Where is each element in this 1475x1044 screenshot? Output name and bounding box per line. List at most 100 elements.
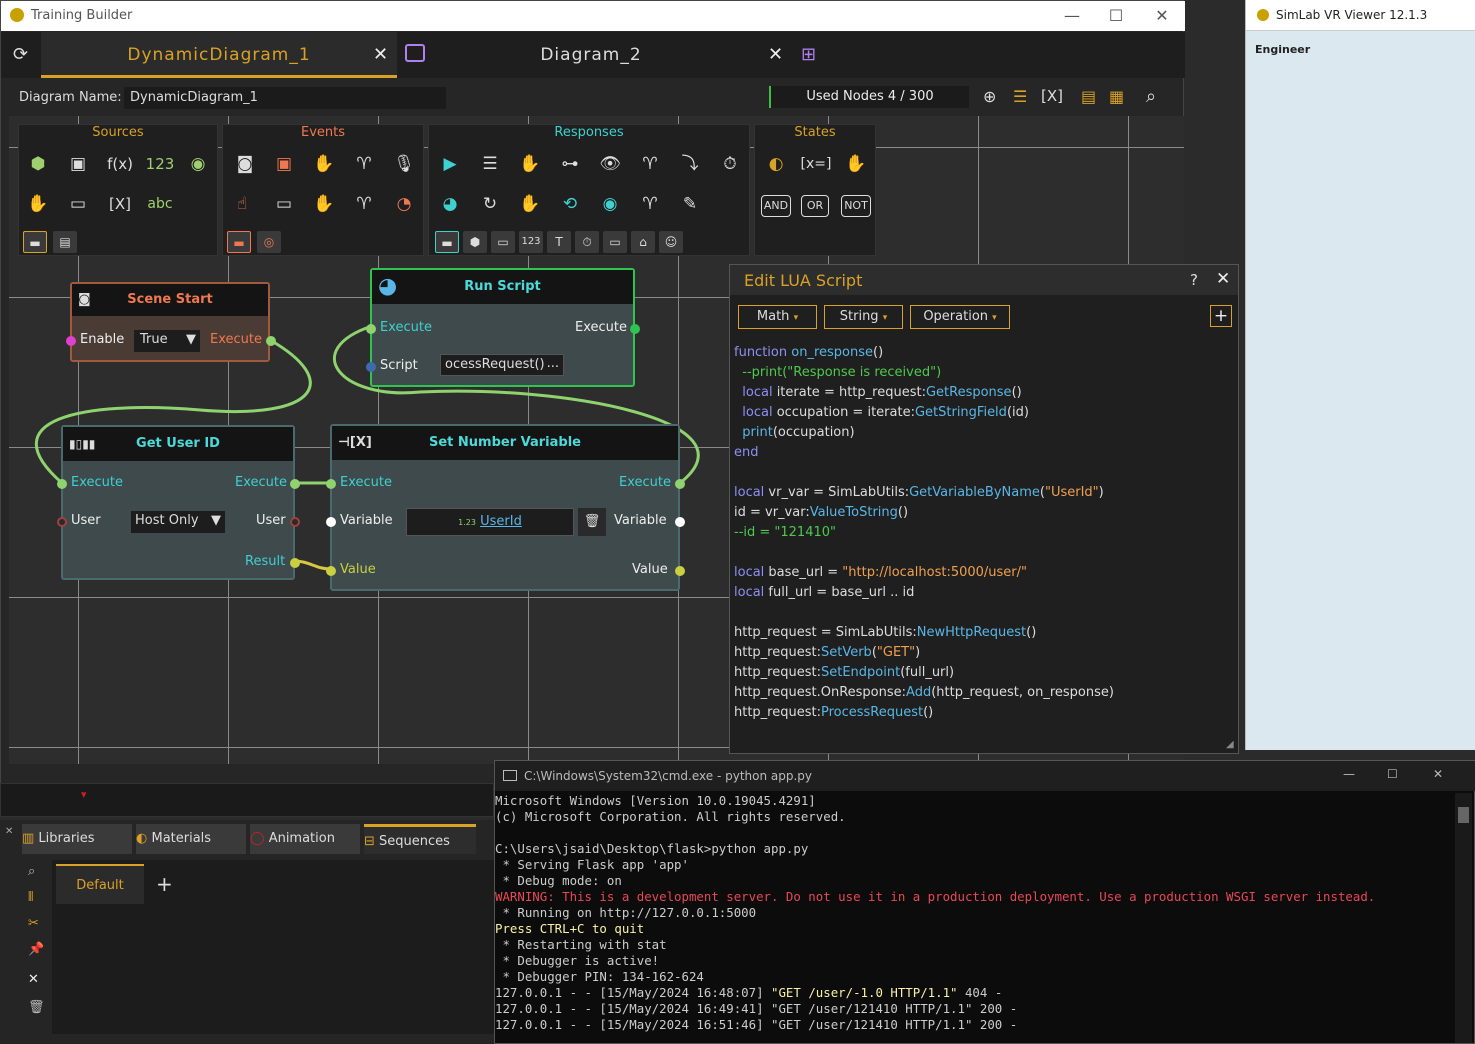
node-header: ◙ Scene Start — [72, 284, 268, 316]
console-line: 127.0.0.1 - - [15/May/2024 16:49:41] "GE… — [495, 1001, 1018, 1016]
sequence-tab-default[interactable]: Default — [56, 864, 144, 904]
console-line: * Debug mode: on — [495, 873, 622, 888]
execute-in-pin[interactable] — [57, 479, 67, 489]
search-icon[interactable]: ⌕ — [28, 864, 35, 879]
value-in-label: Value — [340, 562, 376, 577]
help-button[interactable]: ? — [1190, 271, 1198, 289]
libraries-icon: ▥ — [22, 831, 39, 846]
not-button[interactable]: NOT — [841, 195, 871, 217]
add-sequence-button[interactable]: + — [156, 872, 173, 896]
minimize-icon[interactable]: — — [1049, 5, 1095, 27]
execute-in-pin[interactable] — [366, 324, 376, 334]
resize-grip-icon[interactable]: ◢ — [1226, 739, 1234, 750]
maximize-icon[interactable]: ☐ — [1093, 5, 1139, 27]
grid-icon[interactable]: ▦ — [1109, 87, 1124, 106]
close-icon[interactable]: ✕ — [28, 972, 39, 987]
add-icon[interactable]: + — [1210, 305, 1232, 327]
execute-out-pin[interactable] — [630, 324, 640, 334]
and-button[interactable]: AND — [761, 195, 791, 217]
maximize-icon[interactable]: ☐ — [1387, 767, 1398, 781]
hand-state-icon[interactable]: ✋ — [843, 151, 869, 177]
add-node-icon[interactable]: ⊕ — [983, 87, 996, 106]
value-out-pin[interactable] — [675, 566, 685, 576]
trash-icon[interactable]: 🗑 — [578, 508, 606, 536]
close-icon[interactable]: ✕ — [1433, 767, 1443, 781]
vr-headset-icon: ◙ — [78, 292, 91, 307]
used-nodes-counter: Used Nodes 4 / 300 — [769, 86, 969, 108]
panel-pin-icon[interactable]: ✕ — [5, 826, 13, 837]
script-more-button[interactable]: ... — [547, 356, 559, 371]
sequence-label: Default — [76, 878, 124, 893]
attach-icon[interactable]: ✂ — [28, 916, 39, 931]
variable-icon[interactable]: [X] — [1041, 87, 1063, 105]
cmd-output[interactable]: Microsoft Windows [Version 10.0.19045.42… — [495, 793, 1375, 1033]
code-line: local vr_var = SimLabUtils:GetVariableBy… — [734, 485, 1104, 500]
app-icon — [1257, 9, 1269, 21]
enable-value: True — [140, 332, 168, 347]
code-line: --print("Response is received") — [734, 365, 942, 380]
node-header: ▮▯▮▮ Get User ID — [63, 427, 293, 461]
vr-title-bar: SimLab VR Viewer 12.1.3 — [1246, 0, 1475, 31]
node-title: Set Number Variable — [428, 435, 581, 450]
operation-dropdown[interactable]: Operation ▾ — [910, 305, 1010, 329]
lua-code-editor[interactable]: function on_response() --print("Response… — [734, 343, 1114, 723]
scroll-thumb[interactable] — [1458, 807, 1469, 823]
user-in-pin[interactable] — [57, 517, 67, 527]
execute-out-pin[interactable] — [675, 479, 685, 489]
script-label: Script — [380, 358, 418, 373]
close-icon[interactable]: ✕ — [1216, 269, 1230, 289]
notes-icon[interactable]: ▤ — [1081, 87, 1096, 106]
split-icon[interactable]: ⫴ — [28, 890, 33, 905]
result-pin[interactable] — [290, 558, 300, 568]
cmd-scrollbar[interactable] — [1455, 793, 1472, 1043]
execute-out-pin[interactable] — [290, 479, 300, 489]
tab-materials[interactable]: ◐ Materials — [136, 824, 246, 854]
bottom-panel: ✕ ▥ Libraries ◐ Materials ◯ Animation ⊟ … — [0, 820, 494, 1044]
run-script-node[interactable]: ◕ Run Script Execute Execute Script oces… — [366, 268, 640, 387]
minimize-icon[interactable]: — — [1343, 767, 1355, 781]
animation-icon: ◯ — [250, 831, 269, 846]
layers-icon[interactable]: ☰ — [1013, 87, 1027, 106]
math-dropdown[interactable]: Math ▾ — [738, 305, 817, 329]
dropdown-label: Math — [756, 309, 790, 324]
script-field[interactable]: ocessRequest() ... — [440, 354, 564, 376]
execute-out-pin[interactable] — [266, 336, 276, 346]
script-pin[interactable] — [366, 362, 376, 372]
intersect-icon[interactable]: ◐ — [761, 151, 791, 177]
enable-pin[interactable] — [66, 336, 76, 346]
search-icon[interactable]: ⌕ — [1146, 86, 1156, 107]
tab-libraries[interactable]: ▥ Libraries — [22, 824, 132, 854]
vr-title: SimLab VR Viewer 12.1.3 — [1276, 8, 1428, 22]
tab-sequences[interactable]: ⊟ Sequences — [364, 824, 476, 854]
user-out-pin[interactable] — [290, 517, 300, 527]
enable-dropdown[interactable]: True ▼ — [134, 330, 200, 352]
pin-icon[interactable]: 📌 — [28, 942, 44, 957]
variable-in-pin[interactable] — [326, 517, 336, 527]
or-button[interactable]: OR — [801, 195, 829, 217]
string-dropdown[interactable]: String ▾ — [824, 305, 903, 329]
add-tab-icon[interactable]: ⊞ — [801, 44, 816, 65]
user-out-label: User — [256, 513, 286, 528]
scene-start-node[interactable]: ◙ Scene Start Enable True ▼ Execute — [66, 282, 276, 362]
states-header: States — [794, 125, 836, 140]
console-line: * Restarting with stat — [495, 937, 667, 952]
materials-icon: ◐ — [136, 831, 152, 846]
tab-close-icon[interactable]: ✕ — [768, 44, 783, 65]
tab-animation[interactable]: ◯ Animation — [250, 824, 360, 854]
get-user-id-node[interactable]: ▮▯▮▮ Get User ID Execute Execute User Ho… — [57, 425, 300, 580]
console-line: * Serving Flask app 'app' — [495, 857, 689, 872]
value-in-pin[interactable] — [326, 566, 336, 576]
dropdown-label: String — [839, 309, 879, 324]
cmd-title: C:\Windows\System32\cmd.exe - python app… — [524, 769, 813, 783]
variable-out-pin[interactable] — [675, 517, 685, 527]
assign-icon[interactable]: [x=] — [799, 151, 833, 177]
console-line: (c) Microsoft Corporation. All rights re… — [495, 809, 846, 824]
variable-value: UserId — [480, 514, 522, 529]
execute-in-pin[interactable] — [326, 479, 336, 489]
variable-field[interactable]: 1.23 UserId — [406, 508, 574, 536]
trash-icon[interactable]: 🗑 — [28, 1000, 45, 1015]
user-dropdown[interactable]: Host Only ▼ — [131, 511, 225, 533]
set-number-variable-node[interactable]: ⊣[X] Set Number Variable Execute Execute… — [326, 424, 685, 591]
close-icon[interactable]: ✕ — [1139, 5, 1185, 27]
